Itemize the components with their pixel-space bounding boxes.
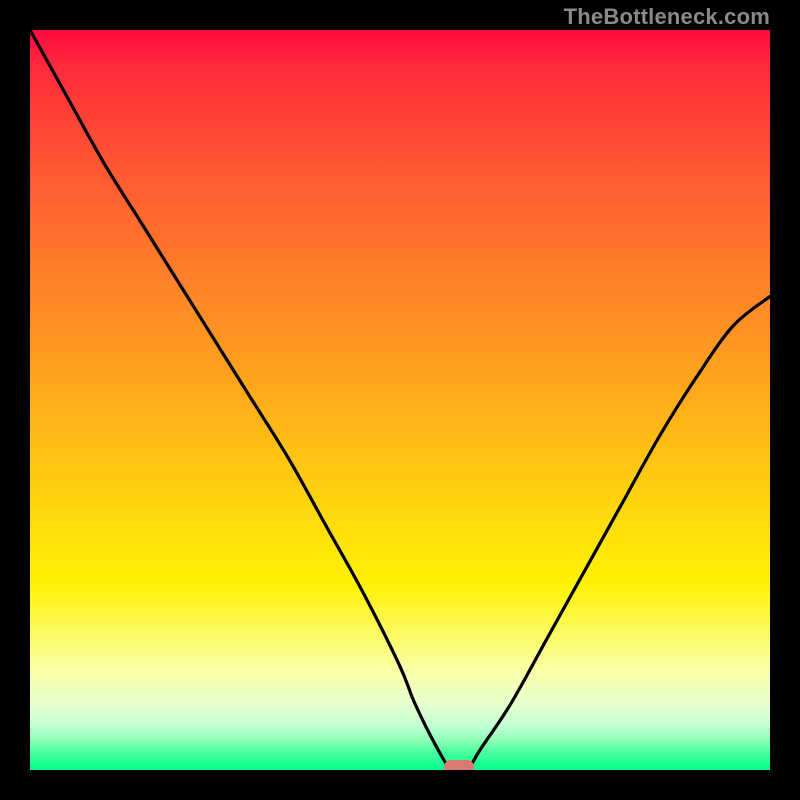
attribution-label: TheBottleneck.com [564,4,770,30]
plot-area [30,30,770,770]
optimal-marker [444,760,474,770]
curve-svg [30,30,770,770]
chart-frame: TheBottleneck.com [0,0,800,800]
bottleneck-curve [30,30,770,770]
